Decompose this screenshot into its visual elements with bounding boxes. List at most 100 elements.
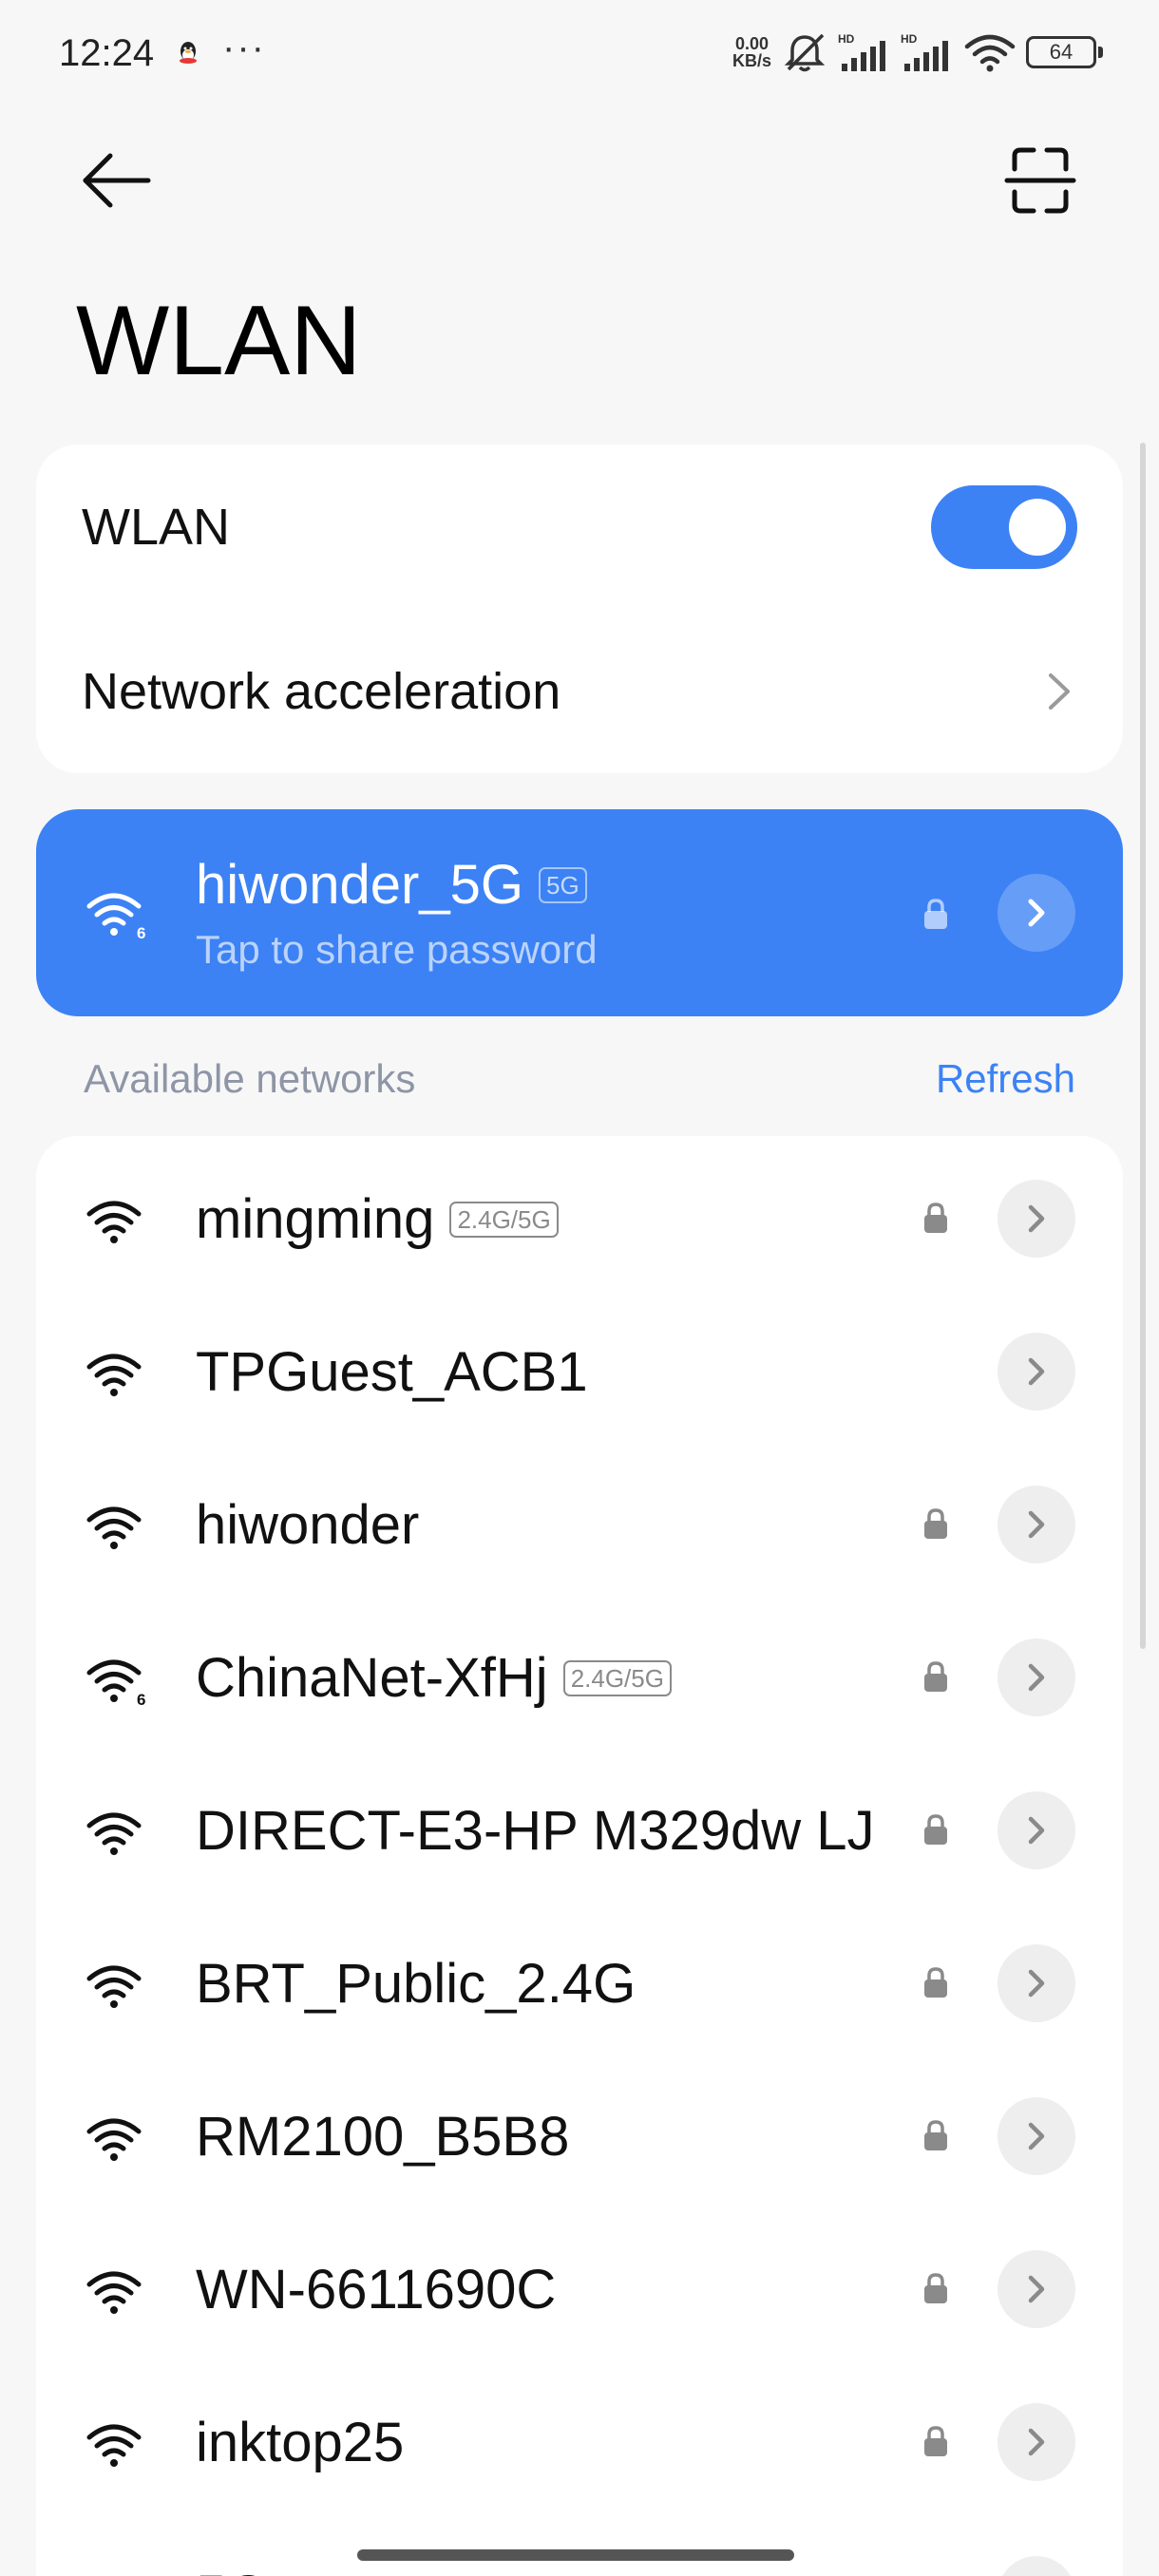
scan-qr-button[interactable]	[998, 142, 1083, 218]
wlan-toggle-row[interactable]: WLAN	[36, 445, 1123, 609]
svg-text:HD: HD	[901, 32, 918, 46]
wifi-status-icon	[964, 34, 1016, 72]
signal-sim2-icon: HD	[901, 32, 948, 71]
lock-icon	[924, 1814, 947, 1845]
network-name-row: WN-6611690C	[196, 2258, 556, 2321]
more-notifications-icon: ···	[222, 27, 266, 68]
network-name-row: hiwonder	[196, 1493, 419, 1557]
chevron-right-icon	[1028, 2275, 1045, 2303]
wifi6-icon: 6	[86, 893, 145, 942]
qq-notification-icon	[180, 42, 197, 64]
network-name: mingming	[196, 1188, 435, 1250]
page-title: WLAN	[76, 286, 362, 396]
network-details-button[interactable]	[998, 2403, 1075, 2481]
connected-network-name-row: hiwonder_5G 5G	[196, 853, 587, 917]
share-password-hint: Tap to share password	[196, 927, 598, 972]
network-row[interactable]: hiwonder	[36, 1446, 1123, 1599]
network-name: 5G	[196, 2564, 269, 2576]
chevron-right-icon	[1028, 2122, 1045, 2150]
chevron-right-icon	[1028, 2428, 1045, 2456]
home-indicator[interactable]	[357, 2549, 794, 2561]
network-acceleration-row[interactable]: Network acceleration	[36, 609, 1123, 773]
network-details-button[interactable]	[998, 1486, 1075, 1563]
network-name: ChinaNet-XfHj	[196, 1647, 548, 1709]
connected-network-details-button[interactable]	[998, 874, 1075, 952]
battery-indicator: 64	[1026, 36, 1103, 68]
chevron-right-icon	[1028, 1816, 1045, 1845]
lock-icon	[924, 899, 947, 929]
wifi-icon	[84, 2569, 152, 2576]
network-details-button[interactable]	[998, 2556, 1075, 2576]
network-details-button[interactable]	[998, 1944, 1075, 2022]
wifi-icon	[86, 2424, 142, 2467]
wlan-settings-screen: 12:24 ··· 0.00 KB/s HD HD 64 WLAN WLAN N…	[0, 0, 1159, 2576]
svg-text:HD: HD	[838, 32, 855, 46]
network-name: inktop25	[196, 2412, 405, 2473]
wifi-icon	[86, 2118, 142, 2161]
back-button[interactable]	[76, 142, 162, 218]
network-row[interactable]: BRT_Public_2.4G	[36, 1904, 1123, 2057]
network-details-button[interactable]	[998, 1791, 1075, 1869]
network-row[interactable]: 5G	[36, 2516, 1123, 2576]
network-row[interactable]: WN-6611690C	[36, 2210, 1123, 2363]
network-name: DIRECT-E3-HP M329dw LJ	[196, 1800, 875, 1862]
available-networks-list: mingming 2.4G/5G TPGuest_ACB1 hiwonder 6…	[36, 1136, 1123, 2576]
wifi-icon	[86, 1506, 142, 1549]
lock-icon	[924, 2273, 947, 2303]
network-name-row: 5G	[196, 2564, 269, 2576]
network-name-row: BRT_Public_2.4G	[196, 1952, 636, 2016]
band-badge: 5G	[539, 866, 587, 903]
wlan-toggle-label: WLAN	[82, 498, 231, 556]
network-details-button[interactable]	[998, 2097, 1075, 2175]
signal-sim1-icon: HD	[838, 32, 885, 71]
network-name-row: TPGuest_ACB1	[196, 1340, 588, 1404]
svg-text:6: 6	[137, 1691, 145, 1709]
network-name-row: RM2100_B5B8	[196, 2105, 569, 2169]
scrollbar[interactable]	[1140, 443, 1146, 1649]
arrow-left-icon	[83, 153, 151, 208]
status-icons: 0.00 KB/s HD HD 64	[732, 28, 1103, 76]
silent-bell-icon	[784, 33, 826, 72]
lock-icon	[924, 2426, 947, 2456]
refresh-button[interactable]: Refresh	[936, 1056, 1075, 1102]
network-row[interactable]: TPGuest_ACB1	[36, 1293, 1123, 1446]
lock-icon	[924, 1203, 947, 1233]
network-row[interactable]: 6 ChinaNet-XfHj 2.4G/5G	[36, 1599, 1123, 1752]
chevron-right-icon	[1028, 1969, 1045, 1998]
network-details-button[interactable]	[998, 1180, 1075, 1258]
scan-icon	[1004, 147, 1076, 214]
network-name: RM2100_B5B8	[196, 2106, 570, 2168]
network-row[interactable]: RM2100_B5B8	[36, 2057, 1123, 2210]
network-name-row: ChinaNet-XfHj 2.4G/5G	[196, 1646, 672, 1710]
wifi-icon	[86, 2271, 142, 2314]
lock-icon	[924, 1661, 947, 1692]
chevron-right-icon	[1028, 1204, 1045, 1233]
toggle-knob	[1009, 498, 1066, 556]
network-name-row: DIRECT-E3-HP M329dw LJ	[196, 1799, 875, 1863]
chevron-right-icon	[1049, 672, 1070, 710]
network-name-row: mingming 2.4G/5G	[196, 1187, 559, 1251]
network-details-button[interactable]	[998, 2250, 1075, 2328]
lock-icon	[924, 2120, 947, 2150]
status-time: 12:24	[59, 32, 155, 74]
network-row[interactable]: DIRECT-E3-HP M329dw LJ	[36, 1752, 1123, 1904]
lock-icon	[924, 1967, 947, 1998]
network-details-button[interactable]	[998, 1638, 1075, 1716]
network-row[interactable]: mingming 2.4G/5G	[36, 1140, 1123, 1293]
network-details-button[interactable]	[998, 1333, 1075, 1411]
chevron-right-icon	[1028, 899, 1045, 927]
chevron-right-icon	[1028, 1357, 1045, 1386]
network-speed: 0.00 KB/s	[732, 34, 771, 70]
network-name: hiwonder	[196, 1494, 420, 1556]
network-name-row: inktop25	[196, 2411, 404, 2474]
connected-network-card[interactable]: 6 hiwonder_5G 5G Tap to share password	[36, 809, 1123, 1016]
wifi-icon	[86, 1965, 142, 2008]
lock-icon	[924, 1508, 947, 1539]
network-acceleration-label: Network acceleration	[82, 662, 561, 720]
network-name: BRT_Public_2.4G	[196, 1953, 636, 2015]
chevron-right-icon	[1028, 1663, 1045, 1692]
wlan-toggle-switch[interactable]	[931, 484, 1077, 569]
band-badge: 2.4G/5G	[562, 1659, 672, 1696]
network-row[interactable]: inktop25	[36, 2363, 1123, 2516]
band-badge: 2.4G/5G	[449, 1201, 559, 1238]
